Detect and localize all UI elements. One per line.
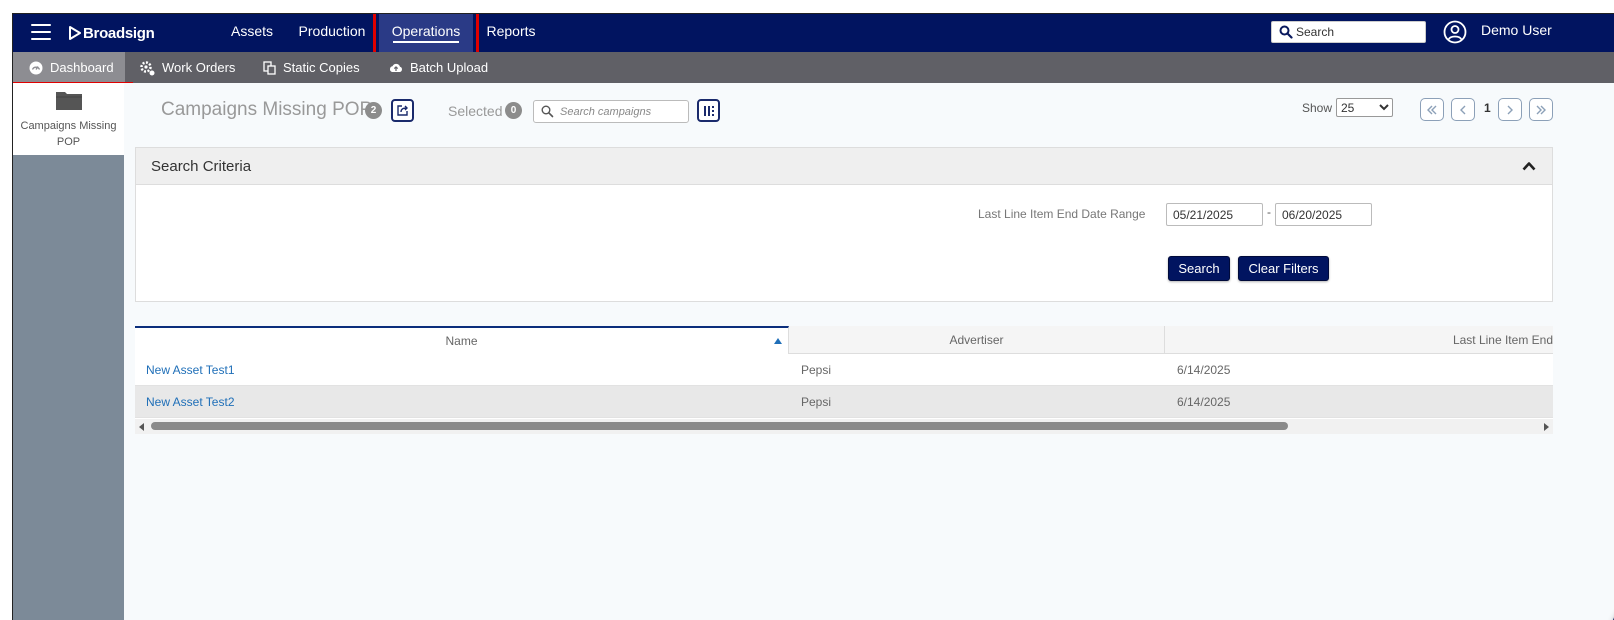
nav-operations[interactable]: Operations (379, 14, 473, 52)
columns-icon (703, 105, 714, 116)
end-date-cell: 6/14/2025 (1177, 395, 1231, 409)
selected-count-badge: 0 (505, 102, 522, 119)
scroll-right-arrow-icon[interactable] (1544, 423, 1549, 431)
folder-icon (56, 92, 82, 110)
page-size-label: Show (1302, 101, 1333, 115)
sub-navigation-bar: Dashboard Work Orders Static Copies Batc… (13, 52, 1614, 129)
campaign-name-link[interactable]: New Asset Test1 (146, 354, 235, 386)
sort-ascending-icon (774, 338, 782, 344)
column-chooser-button[interactable] (697, 99, 720, 122)
global-search (1271, 21, 1426, 43)
next-page-button[interactable] (1498, 98, 1522, 121)
date-range-end-input[interactable] (1275, 203, 1372, 226)
page-size-select[interactable]: 25 (1336, 98, 1393, 117)
column-header-name[interactable]: Name (135, 326, 789, 354)
chevron-left-icon (1460, 105, 1466, 114)
subnav-batch-upload-label: Batch Upload (410, 60, 489, 75)
nav-reports[interactable]: Reports (485, 14, 537, 52)
first-page-button[interactable] (1420, 98, 1444, 121)
subnav-work-orders[interactable]: Work Orders (139, 52, 235, 83)
nav-operations-label: Operations (391, 23, 461, 39)
subnav-static-copies[interactable]: Static Copies (263, 52, 360, 83)
search-icon (1279, 25, 1293, 39)
table-header: Name Advertiser Last Line Item End D (135, 326, 1553, 354)
previous-page-button[interactable] (1451, 98, 1475, 121)
campaign-name-link[interactable]: New Asset Test2 (146, 386, 235, 418)
subnav-static-copies-label: Static Copies (283, 60, 360, 75)
subnav-work-orders-label: Work Orders (162, 60, 236, 75)
chevron-right-icon (1507, 105, 1513, 114)
sidebar-item-label: Campaigns Missing POP (20, 120, 117, 148)
current-page-number: 1 (1484, 101, 1491, 115)
main-content: Campaigns Missing POP 2 Selected 0 Show … (124, 83, 1614, 620)
scrollbar-thumb[interactable] (151, 422, 1288, 430)
column-header-advertiser[interactable]: Advertiser (789, 326, 1165, 354)
double-chevron-right-icon (1536, 105, 1546, 114)
export-icon (397, 105, 408, 116)
advertiser-cell: Pepsi (801, 395, 832, 409)
broadsign-logo-icon (69, 26, 81, 40)
user-avatar-icon[interactable] (1443, 20, 1467, 44)
clear-filters-button[interactable]: Clear Filters (1238, 256, 1329, 281)
copy-icon (263, 60, 276, 75)
brand-logo[interactable]: Broadsign (69, 23, 155, 43)
column-header-label: Name (445, 334, 478, 348)
column-header-last-line-item-end-date[interactable]: Last Line Item End D (1165, 326, 1553, 354)
campaigns-table: Name Advertiser Last Line Item End D New… (135, 326, 1553, 434)
campaign-count-badge: 2 (365, 102, 382, 119)
date-range-start-input[interactable] (1166, 203, 1263, 226)
brand-name: Broadsign (83, 24, 155, 42)
double-chevron-left-icon (1427, 105, 1437, 114)
dashboard-gauge-icon (29, 61, 43, 74)
table-row[interactable]: New Asset Test1 Pepsi 6/14/2025 (135, 354, 1553, 386)
table-row[interactable]: New Asset Test2 Pepsi 6/14/2025 (135, 386, 1553, 418)
date-range-separator: - (1267, 205, 1271, 219)
search-criteria-title: Search Criteria (151, 158, 252, 175)
selected-label: Selected (448, 103, 503, 119)
global-search-input[interactable] (1296, 23, 1421, 41)
nav-assets[interactable]: Assets (229, 14, 275, 52)
horizontal-scrollbar[interactable] (135, 419, 1553, 434)
user-name[interactable]: Demo User (1481, 14, 1552, 46)
last-page-button[interactable] (1529, 98, 1553, 121)
top-navigation-bar: Broadsign Assets Production Operations R… (13, 14, 1614, 56)
sidebar-item-campaigns-missing-pop[interactable]: Campaigns Missing POP (13, 83, 124, 155)
campaign-search-input[interactable] (560, 105, 686, 118)
scroll-left-arrow-icon[interactable] (139, 423, 144, 431)
search-icon (541, 105, 554, 118)
chevron-up-icon[interactable] (1522, 160, 1536, 172)
nav-production[interactable]: Production (297, 14, 367, 52)
cloud-upload-icon (389, 63, 402, 72)
end-date-cell: 6/14/2025 (1177, 363, 1231, 377)
page-title: Campaigns Missing POP (161, 99, 373, 120)
subnav-dashboard-label: Dashboard (50, 60, 114, 75)
search-criteria-panel: Search Criteria Last Line Item End Date … (135, 147, 1553, 302)
gears-icon (140, 60, 155, 75)
search-criteria-header[interactable]: Search Criteria (136, 148, 1552, 185)
sidebar: Campaigns Missing POP (13, 83, 124, 620)
active-underline (393, 41, 459, 43)
export-button[interactable] (391, 99, 414, 122)
campaign-search (533, 100, 689, 123)
date-range-label: Last Line Item End Date Range (978, 207, 1146, 221)
menu-hamburger-icon[interactable] (31, 24, 51, 40)
app-window: Broadsign Assets Production Operations R… (12, 13, 1614, 620)
subnav-batch-upload[interactable]: Batch Upload (389, 52, 488, 83)
search-button[interactable]: Search (1168, 256, 1230, 281)
subnav-dashboard[interactable]: Dashboard (13, 52, 125, 83)
advertiser-cell: Pepsi (801, 363, 832, 377)
